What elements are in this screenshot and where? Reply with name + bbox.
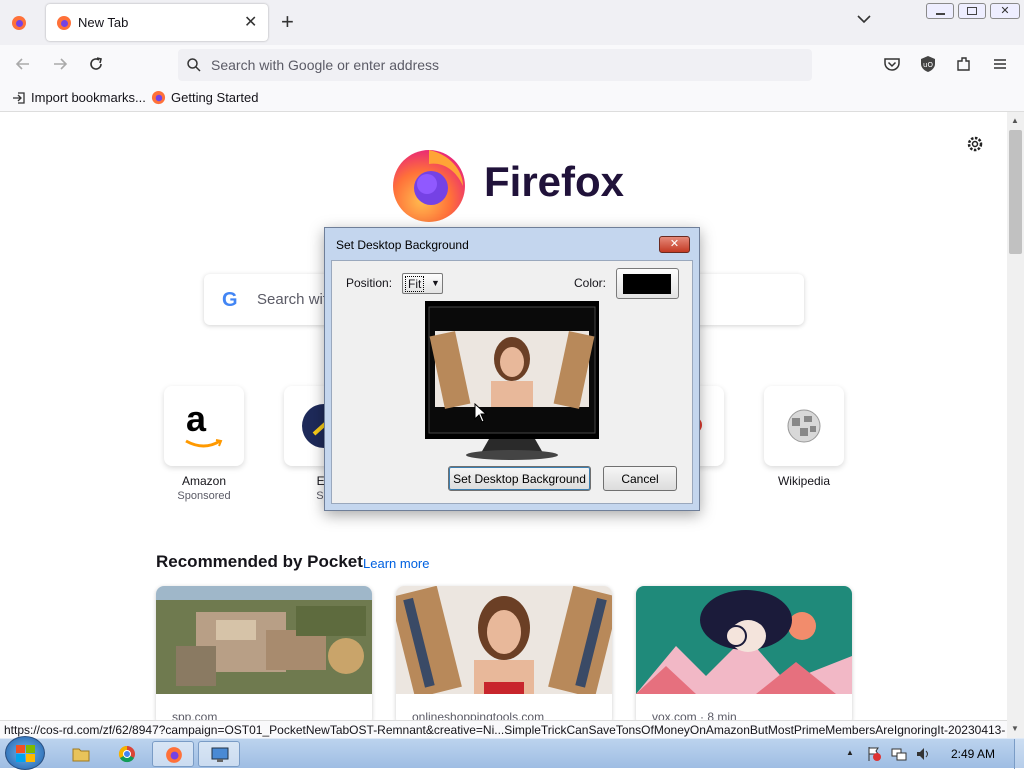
firefox-wordmark: Firefox <box>484 158 625 205</box>
position-select[interactable]: Fit ▼ <box>402 273 443 294</box>
folder-icon <box>72 748 90 762</box>
back-arrow-icon[interactable] <box>14 55 32 76</box>
card-source: onlineshoppingtools.com <box>412 710 545 720</box>
bookmark-label: Import bookmarks... <box>31 90 146 105</box>
set-desktop-background-dialog: Set Desktop Background ✕ Position: Fit ▼… <box>324 227 700 511</box>
start-orb-icon[interactable] <box>5 736 45 770</box>
reload-icon[interactable] <box>87 55 105 76</box>
volume-icon[interactable] <box>915 746 931 762</box>
desktop-preview-monitor <box>425 301 599 460</box>
close-tab-icon[interactable]: ✕ <box>244 12 257 32</box>
card-image-woman-boxes <box>396 586 612 699</box>
dialog-body: Position: Fit ▼ Color: Set Desktop Backg… <box>331 260 693 504</box>
forward-arrow-icon[interactable] <box>51 55 69 76</box>
color-label: Color: <box>574 276 607 290</box>
google-logo-icon: G <box>222 289 238 311</box>
cancel-button[interactable]: Cancel <box>603 466 677 491</box>
tab-bar: New Tab ✕ + ✕ <box>0 0 1024 45</box>
ublock-shield-icon[interactable]: uO <box>919 55 937 76</box>
close-window-icon[interactable]: ✕ <box>990 3 1020 19</box>
pocket-icon[interactable] <box>883 55 901 76</box>
mouse-cursor-icon <box>474 403 488 423</box>
firefox-favicon-icon <box>151 90 166 105</box>
amazon-logo-icon: a <box>186 398 207 439</box>
amazon-smile-icon <box>185 439 223 448</box>
wikipedia-globe-icon <box>787 409 821 443</box>
list-tabs-chevron-icon[interactable] <box>856 11 872 30</box>
windows-taskbar: ▲ 2:49 AM <box>0 736 1024 770</box>
tab-title: New Tab <box>78 15 129 30</box>
pocket-card[interactable]: onlineshoppingtools.com <box>396 586 612 720</box>
show-desktop-button[interactable] <box>1014 739 1024 769</box>
clock[interactable]: 2:49 AM <box>951 747 995 761</box>
network-icon[interactable] <box>891 746 907 762</box>
bookmarks-toolbar: Import bookmarks... Getting Started <box>0 85 1024 112</box>
minimize-window-icon[interactable] <box>926 3 954 19</box>
chevron-down-icon: ▼ <box>431 278 440 288</box>
taskbar-chrome[interactable] <box>106 741 148 767</box>
card-source: vox.com · 8 min <box>652 710 737 720</box>
shortcut-wikipedia[interactable] <box>764 386 844 466</box>
import-bookmarks-item[interactable]: Import bookmarks... <box>12 90 146 105</box>
shortcut-label: Amazon <box>181 474 227 488</box>
scroll-up-icon[interactable]: ▲ <box>1011 116 1019 125</box>
new-tab-plus-icon[interactable]: + <box>281 9 294 35</box>
settings-gear-icon[interactable] <box>966 135 984 156</box>
status-bar-link: https://cos-rd.com/zf/62/8947?campaign=O… <box>0 720 1007 738</box>
pocket-learn-more-link[interactable]: Learn more <box>363 556 429 571</box>
extensions-puzzle-icon[interactable] <box>955 55 973 76</box>
set-desktop-background-button[interactable]: Set Desktop Background <box>448 466 591 491</box>
shortcut-sponsored: Sponsored <box>177 490 231 502</box>
show-hidden-icons-chevron-icon[interactable]: ▲ <box>846 748 854 757</box>
chrome-icon <box>118 745 135 763</box>
search-icon <box>186 57 202 76</box>
taskbar-firefox[interactable] <box>152 741 194 767</box>
newtab-search-placeholder: Search wit <box>257 291 328 308</box>
getting-started-bookmark[interactable]: Getting Started <box>151 90 258 105</box>
display-settings-icon <box>211 747 229 762</box>
color-swatch <box>623 274 671 294</box>
svg-text:uO: uO <box>923 61 933 69</box>
bookmark-label: Getting Started <box>171 90 259 105</box>
page-scrollbar[interactable]: ▲ ▼ <box>1007 112 1024 738</box>
pocket-heading: Recommended by Pocket <box>156 552 363 571</box>
restore-window-icon[interactable] <box>958 3 986 19</box>
taskbar-desktop-background[interactable] <box>198 741 240 767</box>
position-select-value: Fit <box>405 276 425 292</box>
taskbar-explorer[interactable] <box>60 741 102 767</box>
shortcut-amazon[interactable]: a <box>164 386 244 466</box>
pocket-card[interactable]: vox.com · 8 min <box>636 586 852 720</box>
card-image-aerial-town <box>156 586 372 694</box>
import-icon <box>13 91 25 104</box>
shortcut-label: Wikipedia <box>777 474 831 488</box>
firefox-logo-icon <box>389 144 469 227</box>
scrollbar-thumb[interactable] <box>1009 130 1022 254</box>
firefox-favicon-icon <box>57 16 71 30</box>
position-label: Position: <box>346 276 393 290</box>
navigation-toolbar: Search with Google or enter address uO <box>0 45 1024 85</box>
tab-new-tab[interactable]: New Tab ✕ <box>46 4 268 41</box>
card-source: spp.com <box>172 710 218 720</box>
pocket-card[interactable]: spp.com <box>156 586 372 720</box>
action-center-flag-icon[interactable] <box>866 746 882 762</box>
color-picker-button[interactable] <box>616 268 679 299</box>
card-image-illustration <box>636 586 852 694</box>
url-bar-placeholder: Search with Google or enter address <box>211 57 440 73</box>
scroll-down-icon[interactable]: ▼ <box>1011 724 1019 733</box>
dialog-close-icon[interactable]: ✕ <box>659 236 690 253</box>
firefox-view-icon[interactable] <box>8 12 30 34</box>
firefox-icon <box>166 747 182 763</box>
url-bar[interactable]: Search with Google or enter address <box>178 49 812 81</box>
hamburger-menu-icon[interactable] <box>991 55 1009 76</box>
dialog-title: Set Desktop Background <box>336 238 469 252</box>
